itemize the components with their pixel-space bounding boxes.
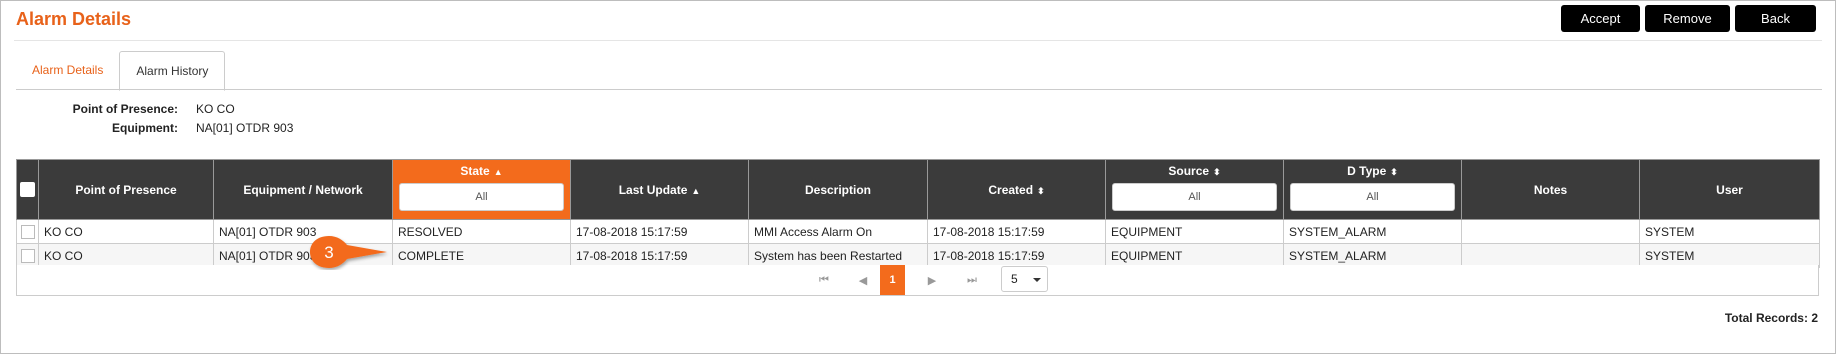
pop-value: KO CO bbox=[196, 102, 235, 116]
remove-button[interactable]: Remove bbox=[1645, 5, 1730, 32]
cell-description: System has been Restarted bbox=[748, 243, 928, 268]
page-button-current[interactable]: 1 bbox=[880, 265, 905, 295]
table-row[interactable]: KO CO NA[01] OTDR 903 COMPLETE 17-08-201… bbox=[16, 243, 1820, 268]
created-header-label: Created bbox=[988, 182, 1034, 197]
cell-state: RESOLVED bbox=[392, 219, 571, 244]
source-filter-input[interactable]: All bbox=[1112, 183, 1277, 211]
chevron-down-icon bbox=[1033, 278, 1041, 282]
col-state[interactable]: State ▲ All bbox=[392, 159, 571, 220]
cell-created: 17-08-2018 15:17:59 bbox=[927, 219, 1106, 244]
row-checkbox[interactable] bbox=[21, 248, 35, 263]
tab-alarm-details[interactable]: Alarm Details bbox=[16, 51, 119, 89]
next-page-icon[interactable]: ▶︎ bbox=[921, 267, 943, 293]
table-row[interactable]: KO CO NA[01] OTDR 903 RESOLVED 17-08-201… bbox=[16, 219, 1820, 244]
last-update-header-label: Last Update bbox=[618, 182, 688, 197]
col-point-of-presence[interactable]: Point of Presence bbox=[38, 159, 214, 220]
equipment-value: NA[01] OTDR 903 bbox=[196, 121, 294, 135]
cell-description: MMI Access Alarm On bbox=[748, 219, 928, 244]
col-created[interactable]: Created ⬍ bbox=[927, 159, 1106, 220]
source-header-label: Source bbox=[1168, 164, 1210, 178]
tab-bar: Alarm Details Alarm History bbox=[16, 51, 226, 91]
sort-icon: ▲︎ bbox=[691, 185, 701, 196]
state-header-label: State bbox=[460, 164, 490, 178]
cell-user: SYSTEM bbox=[1639, 219, 1820, 244]
cell-pop: KO CO bbox=[38, 219, 214, 244]
col-source[interactable]: Source ⬍ All bbox=[1105, 159, 1284, 220]
select-all-header bbox=[16, 159, 39, 220]
page-title: Alarm Details bbox=[16, 9, 132, 29]
sort-icon: ⬍ bbox=[1390, 167, 1398, 177]
col-user[interactable]: User bbox=[1639, 159, 1820, 220]
dtype-filter-input[interactable]: All bbox=[1290, 183, 1455, 211]
page-size-value: 5 bbox=[1011, 272, 1018, 286]
sort-icon: ⬍ bbox=[1037, 185, 1045, 196]
callout-number: 3 bbox=[324, 243, 333, 262]
last-page-icon[interactable]: ⏭︎ bbox=[961, 267, 983, 293]
alarm-history-table: Point of Presence Equipment / Network St… bbox=[16, 159, 1820, 268]
row-checkbox[interactable] bbox=[21, 224, 35, 239]
cell-notes bbox=[1461, 219, 1640, 244]
tab-divider bbox=[16, 89, 1822, 90]
callout-marker: 3 bbox=[310, 236, 387, 268]
cell-created: 17-08-2018 15:17:59 bbox=[927, 243, 1106, 268]
header-divider bbox=[14, 40, 1822, 41]
cell-last-update: 17-08-2018 15:17:59 bbox=[570, 219, 749, 244]
row-checkbox-cell bbox=[16, 243, 39, 268]
accept-button[interactable]: Accept bbox=[1561, 5, 1640, 32]
table-header-row: Point of Presence Equipment / Network St… bbox=[16, 159, 1820, 220]
pop-label: Point of Presence: bbox=[72, 102, 178, 116]
sort-icon: ⬍ bbox=[1213, 167, 1221, 177]
col-last-update[interactable]: Last Update ▲︎ bbox=[570, 159, 749, 220]
col-notes[interactable]: Notes bbox=[1461, 159, 1640, 220]
cell-last-update: 17-08-2018 15:17:59 bbox=[570, 243, 749, 268]
dtype-header-label: D Type bbox=[1347, 164, 1387, 178]
page-size-select[interactable]: 5 bbox=[1001, 266, 1048, 292]
cell-state: COMPLETE bbox=[392, 243, 571, 268]
col-description[interactable]: Description bbox=[748, 159, 928, 220]
select-all-checkbox[interactable] bbox=[20, 182, 35, 198]
toolbar: Accept Remove Back bbox=[1561, 5, 1816, 32]
equipment-label: Equipment: bbox=[112, 121, 178, 135]
state-filter-input[interactable]: All bbox=[399, 183, 564, 211]
cell-source: EQUIPMENT bbox=[1105, 219, 1284, 244]
sort-asc-icon: ▲ bbox=[493, 167, 503, 177]
back-button[interactable]: Back bbox=[1735, 5, 1816, 32]
first-page-icon[interactable]: ⏮︎ bbox=[813, 267, 835, 293]
col-d-type[interactable]: D Type ⬍ All bbox=[1283, 159, 1462, 220]
tab-alarm-history[interactable]: Alarm History bbox=[119, 51, 226, 91]
callout-arrow-shape bbox=[310, 236, 387, 268]
cell-pop: KO CO bbox=[38, 243, 214, 268]
total-records: Total Records: 2 bbox=[1724, 311, 1818, 325]
row-checkbox-cell bbox=[16, 219, 39, 244]
cell-source: EQUIPMENT bbox=[1105, 243, 1284, 268]
pagination-bar: ⏮︎ ◀︎ 1 ▶︎ ⏭︎ 5 bbox=[16, 265, 1819, 296]
prev-page-icon[interactable]: ◀︎ bbox=[852, 267, 874, 293]
col-equipment-network[interactable]: Equipment / Network bbox=[213, 159, 393, 220]
cell-user: SYSTEM bbox=[1639, 243, 1820, 268]
cell-dtype: SYSTEM_ALARM bbox=[1283, 219, 1462, 244]
cell-notes bbox=[1461, 243, 1640, 268]
cell-dtype: SYSTEM_ALARM bbox=[1283, 243, 1462, 268]
